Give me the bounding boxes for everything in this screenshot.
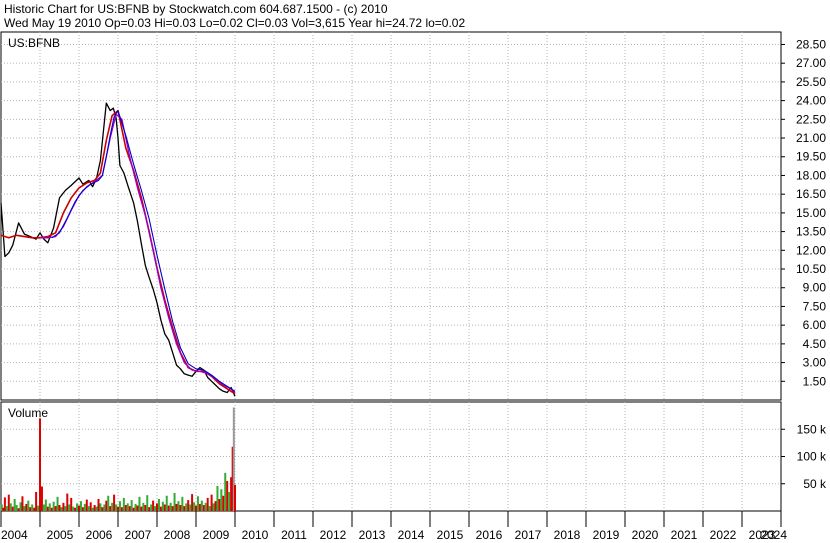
price-tick-label: 28.50 [796,37,826,51]
price-tick-label: 21.00 [796,131,826,145]
price-tick-label: 4.50 [803,337,827,351]
year-tick-label: 2021 [671,528,698,542]
chart-header-title: Historic Chart for US:BFNB by Stockwatch… [4,2,388,16]
price-tick-label: 24.00 [796,94,826,108]
year-axis-ticks: 2004 2005 2006 2007 2008 2009 2010 2011 2012 2013… [0,511,787,542]
year-tick-label: 2004 [1,528,28,542]
price-tick-label: 10.50 [796,262,826,276]
stock-chart: Historic Chart for US:BFNB by Stockwatch… [0,2,827,542]
volume-tick-label: 100 k [797,450,827,464]
chart-header-quote: Wed May 19 2010 Op=0.03 Hi=0.03 Lo=0.02 … [4,16,465,30]
year-tick-label: 2014 [398,528,425,542]
volume-axis-ticks: 50 k 100 k 150 k [781,422,827,491]
price-tick-label: 7.50 [803,299,827,313]
year-tick-label: 2022 [710,528,737,542]
price-tick-label: 3.00 [803,356,827,370]
volume-label: Volume [8,406,48,420]
year-tick-label: 2007 [125,528,152,542]
year-tick-label: 2005 [47,528,74,542]
price-tick-label: 16.50 [796,187,826,201]
price-tick-label: 6.00 [803,318,827,332]
volume-tick-label: 150 k [797,422,827,436]
price-tick-label: 18.00 [796,168,826,182]
symbol-label: US:BFNB [8,36,60,50]
year-tick-label: 2012 [320,528,347,542]
price-tick-label: 9.00 [803,281,827,295]
year-tick-label: 2024 [760,528,787,542]
year-tick-label: 2010 [242,528,269,542]
year-tick-label: 2008 [164,528,191,542]
volume-tick-label: 50 k [803,477,827,491]
price-tick-label: 22.50 [796,112,826,126]
year-tick-label: 2019 [593,528,620,542]
year-tick-label: 2016 [476,528,503,542]
price-tick-label: 15.00 [796,206,826,220]
price-tick-label: 19.50 [796,150,826,164]
price-tick-label: 12.00 [796,243,826,257]
year-tick-label: 2020 [632,528,659,542]
price-tick-label: 1.50 [803,374,827,388]
year-tick-label: 2018 [554,528,581,542]
year-tick-label: 2009 [203,528,230,542]
year-tick-label: 2006 [86,528,113,542]
year-tick-label: 2013 [359,528,386,542]
year-tick-label: 2015 [437,528,464,542]
price-tick-label: 13.50 [796,225,826,239]
price-axis-ticks: 1.50 3.00 4.50 6.00 7.50 9.00 10.50 12.00 13.50 1… [781,37,826,388]
year-tick-label: 2017 [515,528,542,542]
price-tick-label: 27.00 [796,56,826,70]
price-tick-label: 25.50 [796,75,826,89]
year-tick-label: 2011 [281,528,307,542]
